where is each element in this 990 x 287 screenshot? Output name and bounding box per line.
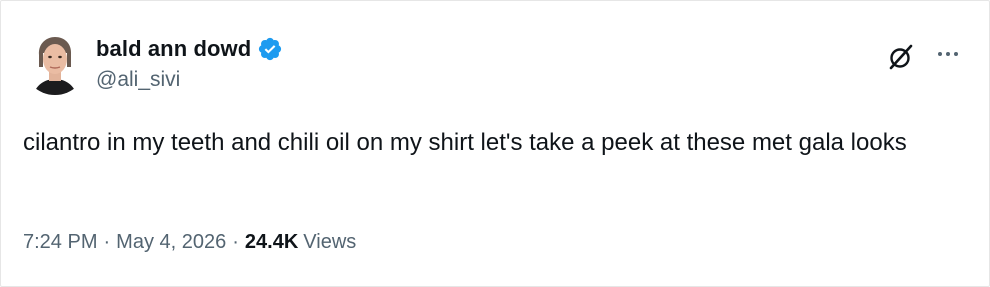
tweet-time[interactable]: 7:24 PM	[23, 231, 97, 254]
tweet-date[interactable]: May 4, 2026	[116, 231, 226, 254]
tweet-meta: 7:24 PM · May 4, 2026 · 24.4K Views	[23, 231, 356, 254]
author-handle[interactable]: @ali_sivi	[96, 68, 283, 92]
tweet-text: cilantro in my teeth and chili oil on my…	[23, 129, 907, 156]
tweet-header: bald ann dowd @ali_sivi	[23, 31, 973, 101]
more-horizontal-icon[interactable]	[935, 41, 961, 67]
tweet-card: bald ann dowd @ali_sivi cilantro in my t…	[0, 0, 990, 287]
views-count[interactable]: 24.4K	[245, 231, 298, 254]
views-label[interactable]: Views	[303, 231, 356, 254]
avatar-image	[23, 31, 87, 95]
grok-icon[interactable]	[887, 43, 915, 71]
verified-badge-icon[interactable]	[257, 36, 283, 62]
meta-separator: ·	[232, 231, 239, 253]
meta-separator: ·	[103, 231, 111, 253]
display-name[interactable]: bald ann dowd	[96, 36, 251, 62]
author-names: bald ann dowd @ali_sivi	[96, 35, 283, 92]
display-name-row: bald ann dowd	[96, 35, 283, 63]
avatar[interactable]	[23, 31, 87, 95]
